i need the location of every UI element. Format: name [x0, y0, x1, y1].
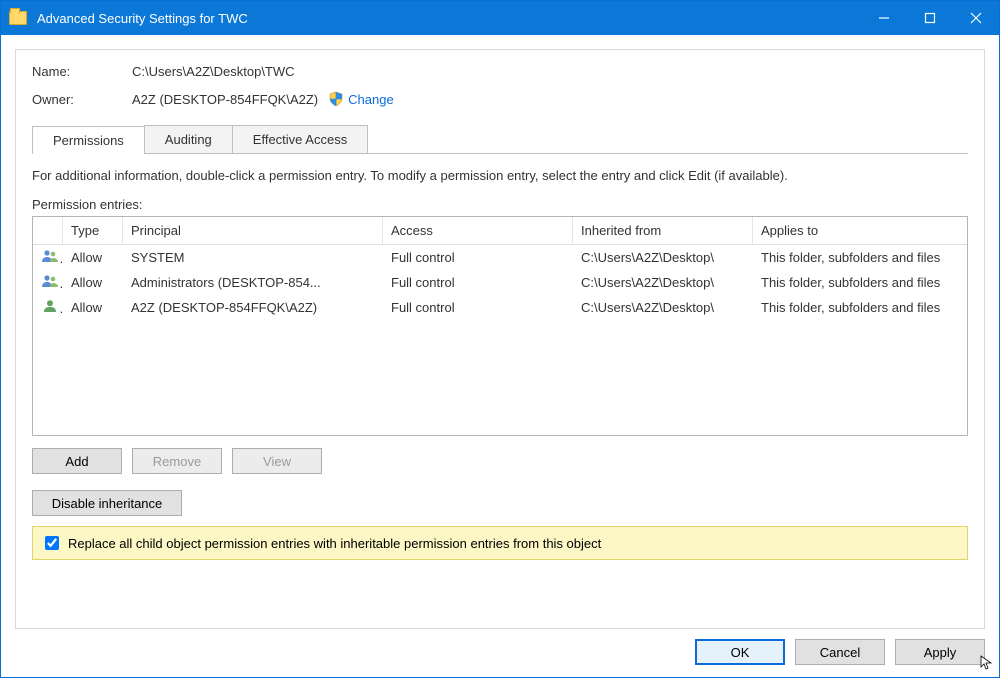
col-access[interactable]: Access: [383, 217, 573, 244]
cell-inherited: C:\Users\A2Z\Desktop\: [573, 271, 753, 294]
col-icon[interactable]: [33, 217, 63, 244]
owner-row: Owner: A2Z (DESKTOP-854FFQK\A2Z) Change: [32, 91, 968, 107]
col-principal[interactable]: Principal: [123, 217, 383, 244]
content-area: Name: C:\Users\A2Z\Desktop\TWC Owner: A2…: [1, 35, 999, 677]
group-icon: [41, 249, 59, 263]
table-row[interactable]: Allow A2Z (DESKTOP-854FFQK\A2Z) Full con…: [33, 295, 967, 320]
cell-access: Full control: [383, 246, 573, 269]
add-button[interactable]: Add: [32, 448, 122, 474]
folder-icon: [9, 11, 27, 25]
group-icon: [41, 274, 59, 288]
shield-icon: [328, 91, 344, 107]
name-row: Name: C:\Users\A2Z\Desktop\TWC: [32, 64, 968, 79]
tab-body: For additional information, double-click…: [32, 154, 968, 616]
disable-inheritance-row: Disable inheritance: [32, 490, 968, 516]
cell-principal: SYSTEM: [123, 246, 383, 269]
inner-panel: Name: C:\Users\A2Z\Desktop\TWC Owner: A2…: [15, 49, 985, 629]
cell-applies: This folder, subfolders and files: [753, 296, 967, 319]
cell-applies: This folder, subfolders and files: [753, 271, 967, 294]
owner-text: A2Z (DESKTOP-854FFQK\A2Z): [132, 92, 318, 107]
titlebar: Advanced Security Settings for TWC: [1, 1, 999, 35]
table-row[interactable]: Allow SYSTEM Full control C:\Users\A2Z\D…: [33, 245, 967, 270]
cell-type: Allow: [63, 246, 123, 269]
maximize-button[interactable]: [907, 1, 953, 35]
name-label: Name:: [32, 64, 132, 79]
window-title: Advanced Security Settings for TWC: [37, 11, 248, 26]
tab-permissions[interactable]: Permissions: [32, 126, 145, 154]
close-button[interactable]: [953, 1, 999, 35]
table-row[interactable]: Allow Administrators (DESKTOP-854... Ful…: [33, 270, 967, 295]
window: Advanced Security Settings for TWC Name:…: [0, 0, 1000, 678]
tabs: Permissions Auditing Effective Access: [32, 125, 968, 154]
cell-principal: A2Z (DESKTOP-854FFQK\A2Z): [123, 296, 383, 319]
cell-principal: Administrators (DESKTOP-854...: [123, 271, 383, 294]
remove-button: Remove: [132, 448, 222, 474]
view-button: View: [232, 448, 322, 474]
apply-button[interactable]: Apply: [895, 639, 985, 665]
tab-auditing[interactable]: Auditing: [144, 125, 233, 153]
cell-inherited: C:\Users\A2Z\Desktop\: [573, 296, 753, 319]
cell-applies: This folder, subfolders and files: [753, 246, 967, 269]
cell-type: Allow: [63, 296, 123, 319]
instruction-text: For additional information, double-click…: [32, 168, 968, 183]
replace-child-row: Replace all child object permission entr…: [32, 526, 968, 560]
owner-value: A2Z (DESKTOP-854FFQK\A2Z) Change: [132, 91, 394, 107]
tab-effective-access[interactable]: Effective Access: [232, 125, 368, 153]
col-inherited[interactable]: Inherited from: [573, 217, 753, 244]
cell-access: Full control: [383, 296, 573, 319]
disable-inheritance-button[interactable]: Disable inheritance: [32, 490, 182, 516]
entry-buttons: Add Remove View: [32, 448, 968, 474]
minimize-button[interactable]: [861, 1, 907, 35]
cell-access: Full control: [383, 271, 573, 294]
name-value: C:\Users\A2Z\Desktop\TWC: [132, 64, 295, 79]
cell-type: Allow: [63, 271, 123, 294]
owner-label: Owner:: [32, 92, 132, 107]
user-icon: [41, 299, 59, 313]
col-type[interactable]: Type: [63, 217, 123, 244]
cell-inherited: C:\Users\A2Z\Desktop\: [573, 246, 753, 269]
grid-header: Type Principal Access Inherited from App…: [33, 217, 967, 245]
entries-label: Permission entries:: [32, 197, 968, 212]
cancel-button[interactable]: Cancel: [795, 639, 885, 665]
ok-button[interactable]: OK: [695, 639, 785, 665]
replace-child-label: Replace all child object permission entr…: [68, 536, 601, 551]
col-applies[interactable]: Applies to: [753, 217, 967, 244]
replace-child-checkbox[interactable]: [45, 536, 59, 550]
change-owner-link[interactable]: Change: [348, 92, 394, 107]
dialog-footer: OK Cancel Apply: [15, 629, 985, 665]
permission-grid: Type Principal Access Inherited from App…: [32, 216, 968, 436]
